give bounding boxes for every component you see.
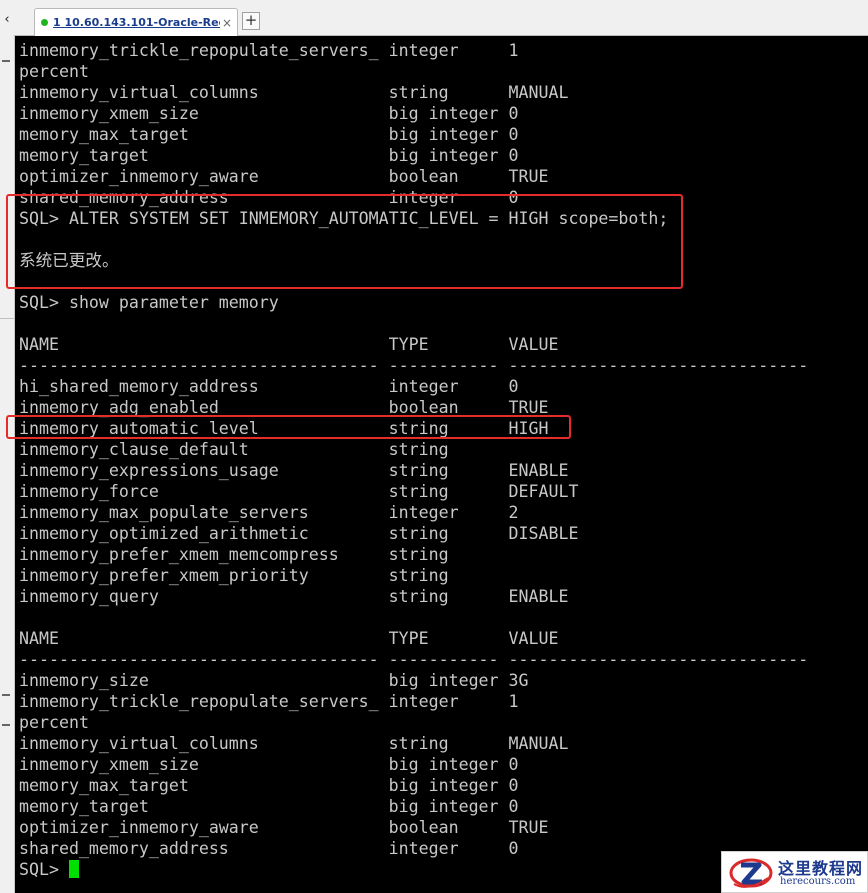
site-watermark: 这里教程网 herecours.com (721, 851, 868, 893)
terminal-line: inmemory_size big integer 3G (19, 671, 529, 690)
terminal-line: percent (19, 62, 89, 81)
terminal-line: ------------------------------------ ---… (19, 650, 809, 669)
terminal-line: inmemory_expressions_usage string ENABLE (19, 461, 569, 480)
left-panel-marker (2, 60, 10, 62)
terminal-line: NAME TYPE VALUE (19, 335, 559, 354)
terminal-line: memory_target big integer 0 (19, 146, 519, 165)
terminal-line: inmemory_clause_default string (19, 440, 449, 459)
close-icon[interactable]: × (220, 16, 234, 30)
text-cursor (68, 860, 79, 878)
terminal-line: NAME TYPE VALUE (19, 629, 559, 648)
chevron-left-icon[interactable]: ‹ (0, 10, 14, 30)
terminal-line: percent (19, 713, 89, 732)
watermark-text-en: herecours.com (780, 876, 856, 887)
terminal-line: inmemory_query string ENABLE (19, 587, 569, 606)
terminal-line: inmemory_max_populate_servers integer 2 (19, 503, 519, 522)
terminal-line: SQL> show parameter memory (19, 293, 279, 312)
left-panel-marker (2, 724, 10, 726)
terminal-line: inmemory_prefer_xmem_memcompress string (19, 545, 449, 564)
session-tab-title: 1 10.60.143.101-Oracle-Redi... (53, 16, 220, 29)
new-tab-button[interactable]: + (242, 12, 260, 30)
terminal-line: memory_max_target big integer 0 (19, 125, 519, 144)
highlight-box-alter-command (6, 194, 683, 289)
terminal-line: memory_max_target big integer 0 (19, 776, 519, 795)
terminal-line: inmemory_optimized_arithmetic string DIS… (19, 524, 579, 543)
terminal-line: inmemory_xmem_size big integer 0 (19, 104, 519, 123)
terminal-line: ------------------------------------ ---… (19, 356, 809, 375)
terminal-line: inmemory_trickle_repopulate_servers_ int… (19, 692, 519, 711)
terminal-line: inmemory_xmem_size big integer 0 (19, 755, 519, 774)
terminal-line: inmemory_virtual_columns string MANUAL (19, 734, 569, 753)
session-tab-bar: 1 10.60.143.101-Oracle-Redi... × + (14, 0, 868, 36)
terminal-line: optimizer_inmemory_aware boolean TRUE (19, 818, 549, 837)
command-prompt[interactable]: SQL> (19, 859, 79, 880)
terminal-line: hi_shared_memory_address integer 0 (19, 377, 519, 396)
terminal-line: optimizer_inmemory_aware boolean TRUE (19, 167, 549, 186)
background-window-edge (0, 0, 15, 893)
terminal-line: shared_memory_address integer 0 (19, 839, 519, 858)
highlight-box-automatic-level (6, 415, 571, 439)
watermark-logo-icon (729, 858, 773, 888)
left-panel-divider (0, 318, 14, 319)
terminal-output[interactable]: inmemory_trickle_repopulate_servers_ int… (6, 38, 868, 893)
terminal-line: inmemory_virtual_columns string MANUAL (19, 83, 569, 102)
session-tab[interactable]: 1 10.60.143.101-Oracle-Redi... × (34, 8, 238, 36)
terminal-line: inmemory_trickle_repopulate_servers_ int… (19, 41, 519, 60)
connection-status-icon (41, 19, 48, 26)
terminal-line: inmemory_prefer_xmem_priority string (19, 566, 449, 585)
prompt-text: SQL> (19, 860, 69, 879)
left-panel-marker (2, 694, 10, 696)
terminal-line: inmemory_force string DEFAULT (19, 482, 579, 501)
terminal-line: memory_target big integer 0 (19, 797, 519, 816)
